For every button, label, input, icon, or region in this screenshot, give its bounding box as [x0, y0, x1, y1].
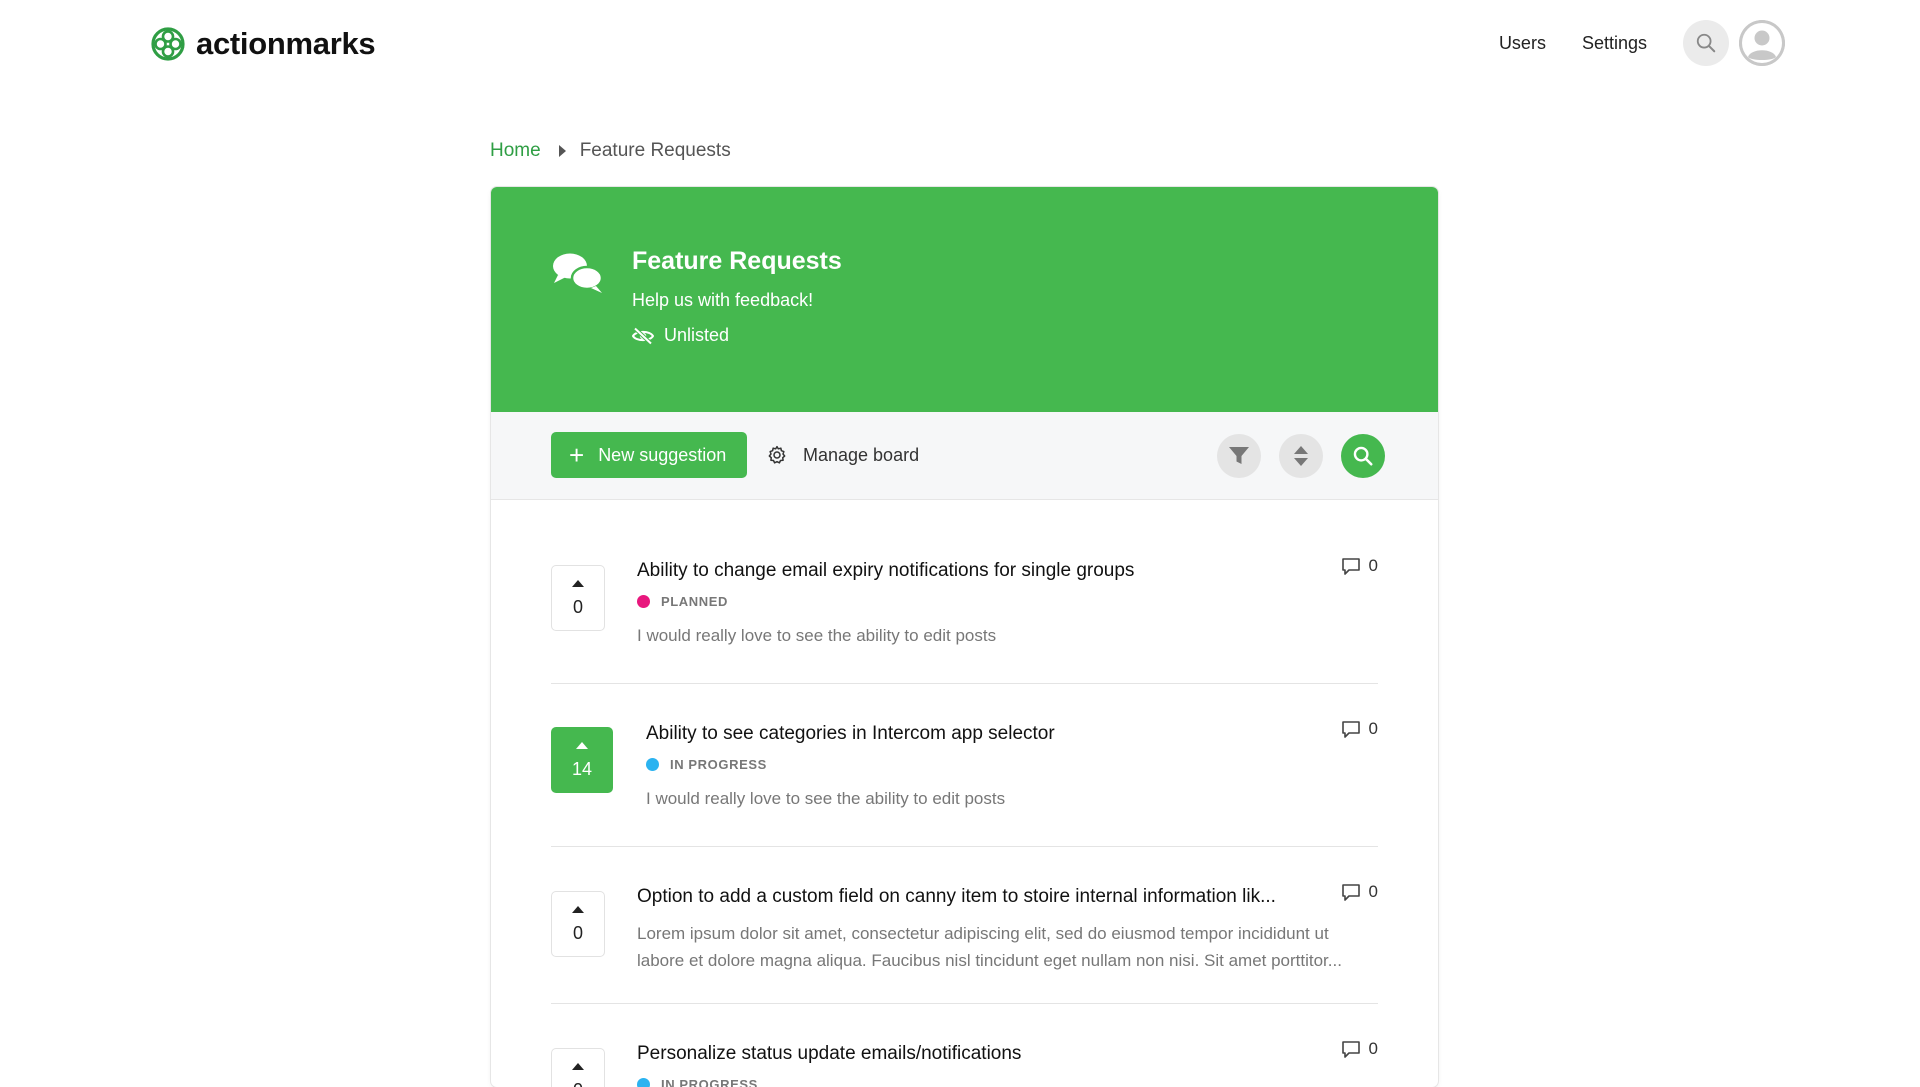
search-icon	[1353, 446, 1373, 466]
status-label: IN PROGRESS	[661, 1077, 758, 1087]
breadcrumb-current: Feature Requests	[579, 140, 731, 161]
comment-count: 0	[1341, 556, 1378, 576]
post-item: 14 Ability to see categories in Intercom…	[551, 713, 1378, 833]
nav-users-link[interactable]: Users	[1499, 33, 1546, 54]
post-title[interactable]: Option to add a custom field on canny it…	[637, 886, 1276, 908]
upvote-arrow-icon	[572, 1063, 584, 1070]
logo-icon	[151, 27, 185, 61]
board-search-button[interactable]	[1341, 434, 1385, 478]
new-suggestion-label: New suggestion	[598, 444, 727, 465]
comment-count-value: 0	[1368, 556, 1378, 575]
manage-board-label: Manage board	[803, 444, 920, 465]
comment-count-value: 0	[1368, 1039, 1378, 1058]
status-badge: PLANNED	[637, 594, 728, 609]
post-description: Lorem ipsum dolor sit amet, consectetur …	[637, 920, 1342, 974]
filter-button[interactable]	[1217, 434, 1261, 478]
breadcrumb: Home Feature Requests	[490, 140, 731, 162]
post-title[interactable]: Ability to see categories in Intercom ap…	[646, 723, 1055, 745]
board-banner: Feature Requests Help us with feedback! …	[491, 187, 1438, 412]
user-avatar[interactable]	[1739, 20, 1785, 66]
board-toolbar: + New suggestion Manage board	[491, 412, 1438, 500]
upvote-arrow-icon	[576, 742, 588, 749]
comment-icon	[1341, 557, 1360, 575]
status-badge: IN PROGRESS	[646, 757, 767, 772]
status-dot	[646, 758, 659, 771]
nav-right: Users Settings	[1499, 20, 1785, 66]
status-label: IN PROGRESS	[670, 757, 767, 772]
board-visibility: Unlisted	[632, 325, 729, 346]
comment-count: 0	[1341, 1039, 1378, 1059]
post-divider	[551, 683, 1378, 684]
sort-button[interactable]	[1279, 434, 1323, 478]
upvote-arrow-icon	[572, 906, 584, 913]
post-item: 0 Option to add a custom field on canny …	[551, 876, 1378, 996]
board-subtitle: Help us with feedback!	[632, 290, 814, 310]
comment-count-value: 0	[1368, 719, 1378, 738]
upvote-arrow-icon	[572, 580, 584, 587]
breadcrumb-separator-icon	[558, 145, 566, 157]
post-description: I would really love to see the ability t…	[646, 789, 1006, 808]
global-search-button[interactable]	[1683, 20, 1729, 66]
vote-count: 0	[572, 923, 583, 943]
new-suggestion-button[interactable]: + New suggestion	[551, 432, 747, 478]
board-title: Feature Requests	[632, 247, 842, 275]
post-item: 0 Ability to change email expiry notific…	[551, 550, 1378, 670]
nav-settings-link[interactable]: Settings	[1582, 33, 1647, 54]
vote-count: 0	[572, 597, 583, 617]
board-card: Feature Requests Help us with feedback! …	[491, 187, 1438, 1087]
comment-count-value: 0	[1368, 882, 1378, 901]
post-description-line: Lorem ipsum dolor sit amet, consectetur …	[637, 924, 1329, 943]
plus-icon: +	[569, 440, 585, 470]
logo-text: actionmarks	[196, 26, 376, 61]
chat-bubbles-icon	[553, 253, 604, 293]
manage-board-button[interactable]: Manage board	[767, 432, 919, 478]
post-title[interactable]: Ability to change email expiry notificat…	[637, 560, 1134, 582]
post-divider	[551, 846, 1378, 847]
post-title[interactable]: Personalize status update emails/notific…	[637, 1043, 1021, 1065]
post-description-line: labore et dolore magna aliqua. Faucibus …	[637, 951, 1342, 970]
vote-count: 0	[573, 1080, 583, 1087]
post-item: 0 Personalize status update emails/notif…	[551, 1033, 1378, 1087]
comment-icon	[1341, 720, 1360, 738]
status-dot	[637, 1078, 650, 1087]
comment-count: 0	[1341, 882, 1378, 902]
filter-icon	[1229, 447, 1249, 464]
user-avatar-icon	[1739, 20, 1785, 66]
board-visibility-label: Unlisted	[664, 325, 730, 345]
status-dot	[637, 595, 650, 608]
comment-icon	[1341, 883, 1360, 901]
search-icon	[1696, 33, 1716, 53]
status-label: PLANNED	[661, 594, 729, 609]
comment-count: 0	[1341, 719, 1378, 739]
upvote-button[interactable]: 0	[551, 565, 605, 631]
sort-icon	[1294, 446, 1308, 466]
upvote-button[interactable]: 0	[551, 891, 605, 957]
comment-icon	[1341, 1040, 1360, 1058]
top-navbar: actionmarks Users Settings	[0, 0, 1920, 86]
post-divider	[551, 1003, 1378, 1004]
vote-count: 14	[571, 759, 593, 779]
gear-icon	[768, 445, 786, 464]
breadcrumb-home-link[interactable]: Home	[490, 140, 541, 162]
status-badge: IN PROGRESS	[637, 1077, 758, 1087]
logo[interactable]: actionmarks	[150, 26, 376, 62]
eye-slash-icon	[632, 326, 654, 345]
post-description: I would really love to see the ability t…	[637, 626, 997, 645]
upvote-button[interactable]: 0	[551, 1048, 605, 1087]
upvote-button[interactable]: 14	[551, 727, 613, 793]
